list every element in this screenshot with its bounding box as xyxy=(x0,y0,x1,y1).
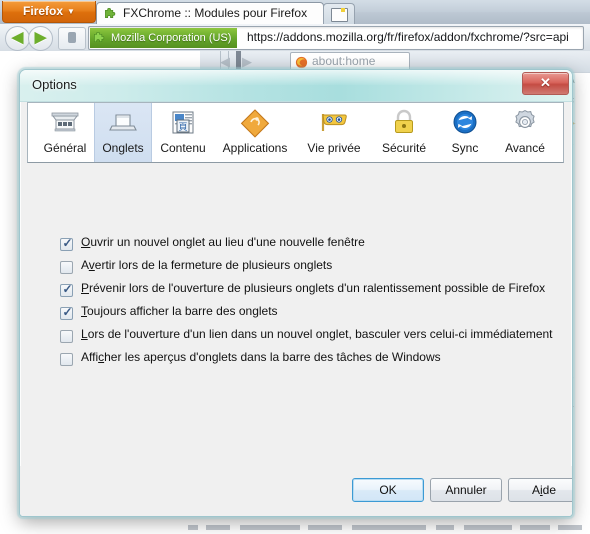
category-label: Contenu xyxy=(160,141,206,155)
navigation-toolbar: ◀ ▶ Mozilla Corporation (US) https://add… xyxy=(0,24,590,52)
category-label: Avancé xyxy=(505,141,545,155)
puzzle-piece-icon xyxy=(93,31,107,45)
general-icon xyxy=(48,107,82,139)
sync-icon xyxy=(448,107,482,139)
accel-letter: O xyxy=(81,235,91,249)
browser-tab-secondary[interactable] xyxy=(323,3,355,25)
checkbox[interactable]: ✓ xyxy=(60,282,73,297)
identity-badge[interactable]: Mozilla Corporation (US) xyxy=(90,28,238,48)
arrow-left-icon: ◀ xyxy=(11,29,24,46)
applications-icon xyxy=(238,107,272,139)
category-content[interactable]: 頁 Contenu xyxy=(153,103,213,162)
cancel-button-label: Annuler xyxy=(445,483,487,497)
dialog-title-bar: Options ✕ xyxy=(20,70,572,102)
options-dialog: Options ✕ Général Onglets 頁 Contenu Appl… xyxy=(19,69,573,517)
content-icon: 頁 xyxy=(166,107,200,139)
check-icon: ✓ xyxy=(62,305,73,319)
option-label: Prévenir lors de l'ouverture de plusieur… xyxy=(81,281,546,295)
toolbar-extra-button[interactable] xyxy=(58,27,86,50)
browser-tab-active[interactable]: FXChrome :: Modules pour Firefox xyxy=(96,2,324,25)
category-advanced[interactable]: Avancé xyxy=(493,103,557,162)
arrow-left-icon: ◀ xyxy=(220,54,230,69)
checkbox[interactable] xyxy=(60,261,73,274)
checkbox[interactable] xyxy=(60,353,73,366)
ok-button-label: OK xyxy=(379,483,397,497)
category-label: Onglets xyxy=(102,141,144,155)
firefox-app-menu-label: Firefox xyxy=(23,4,64,18)
address-bar[interactable]: Mozilla Corporation (US) https://addons.… xyxy=(88,26,584,50)
category-label: Vie privée xyxy=(307,141,361,155)
browser-tab-strip: Firefox ▼ FXChrome :: Modules pour Firefo… xyxy=(0,0,590,25)
category-general[interactable]: Général xyxy=(36,103,94,162)
checkbox[interactable] xyxy=(60,330,73,343)
browser-tab-title: FXChrome :: Modules pour Firefox xyxy=(123,6,308,20)
category-label: Général xyxy=(43,141,87,155)
address-bar-url: https://addons.mozilla.org/fr/firefox/ad… xyxy=(247,30,569,44)
forward-button[interactable]: ▶ xyxy=(28,26,53,51)
help-button-label: Aide xyxy=(531,483,557,497)
category-tabs[interactable]: Onglets xyxy=(94,103,152,162)
bookmark-icon xyxy=(68,32,76,43)
arrow-right-icon: ▶ xyxy=(242,54,252,69)
puzzle-piece-icon xyxy=(104,7,118,21)
check-icon: ✓ xyxy=(62,236,73,250)
privacy-mask-icon xyxy=(317,107,351,139)
tabs-icon xyxy=(106,107,140,139)
notification-dot-icon xyxy=(341,8,345,12)
category-label: Sécurité xyxy=(381,141,427,155)
ok-button[interactable]: OK xyxy=(352,478,424,502)
advanced-gear-icon xyxy=(508,107,542,139)
chevron-down-icon: ▼ xyxy=(67,7,75,16)
arrow-right-icon: ▶ xyxy=(34,29,47,46)
background-home-label: about:home xyxy=(312,54,376,68)
checkbox[interactable]: ✓ xyxy=(60,305,73,320)
category-security[interactable]: Sécurité xyxy=(371,103,437,162)
option-label: Toujours afficher la barre des onglets xyxy=(81,304,278,318)
category-privacy[interactable]: Vie privée xyxy=(297,103,371,162)
category-toolbar: Général Onglets 頁 Contenu Applications V… xyxy=(27,102,564,163)
help-button[interactable]: Aide xyxy=(508,478,572,502)
close-icon: ✕ xyxy=(540,75,551,90)
option-label: Afficher les aperçus d'onglets dans la b… xyxy=(81,350,441,364)
tabs-options-panel: ✓ Ouvrir un nouvel onglet au lieu d'une … xyxy=(27,163,564,466)
accel-letter: P xyxy=(81,281,90,295)
category-label: Sync xyxy=(451,141,479,155)
category-applications[interactable]: Applications xyxy=(213,103,297,162)
close-button[interactable]: ✕ xyxy=(522,72,569,95)
checkbox[interactable]: ✓ xyxy=(60,236,73,251)
category-sync[interactable]: Sync xyxy=(437,103,493,162)
category-label: Applications xyxy=(222,141,288,155)
identity-label: Mozilla Corporation (US) xyxy=(111,32,232,44)
title-bar-glass-overlay xyxy=(20,70,572,85)
page-icon xyxy=(331,8,348,22)
security-lock-icon xyxy=(387,107,421,139)
option-label: Ouvrir un nouvel onglet au lieu d'une no… xyxy=(81,235,365,249)
check-icon: ✓ xyxy=(62,282,73,296)
svg-text:頁: 頁 xyxy=(178,122,187,133)
firefox-logo-icon xyxy=(295,56,308,69)
option-label: Avertir lors de la fermeture de plusieur… xyxy=(81,258,333,272)
dialog-footer: OK Annuler Aide xyxy=(20,466,572,516)
cancel-button[interactable]: Annuler xyxy=(430,478,502,502)
back-button[interactable]: ◀ xyxy=(5,26,30,51)
background-bottom-strip xyxy=(0,521,590,534)
accel-letter: L xyxy=(81,327,88,341)
firefox-app-menu-button[interactable]: Firefox ▼ xyxy=(2,1,96,23)
option-label: Lors de l'ouverture d'un lien dans un no… xyxy=(81,327,553,341)
dialog-title: Options xyxy=(32,77,77,92)
